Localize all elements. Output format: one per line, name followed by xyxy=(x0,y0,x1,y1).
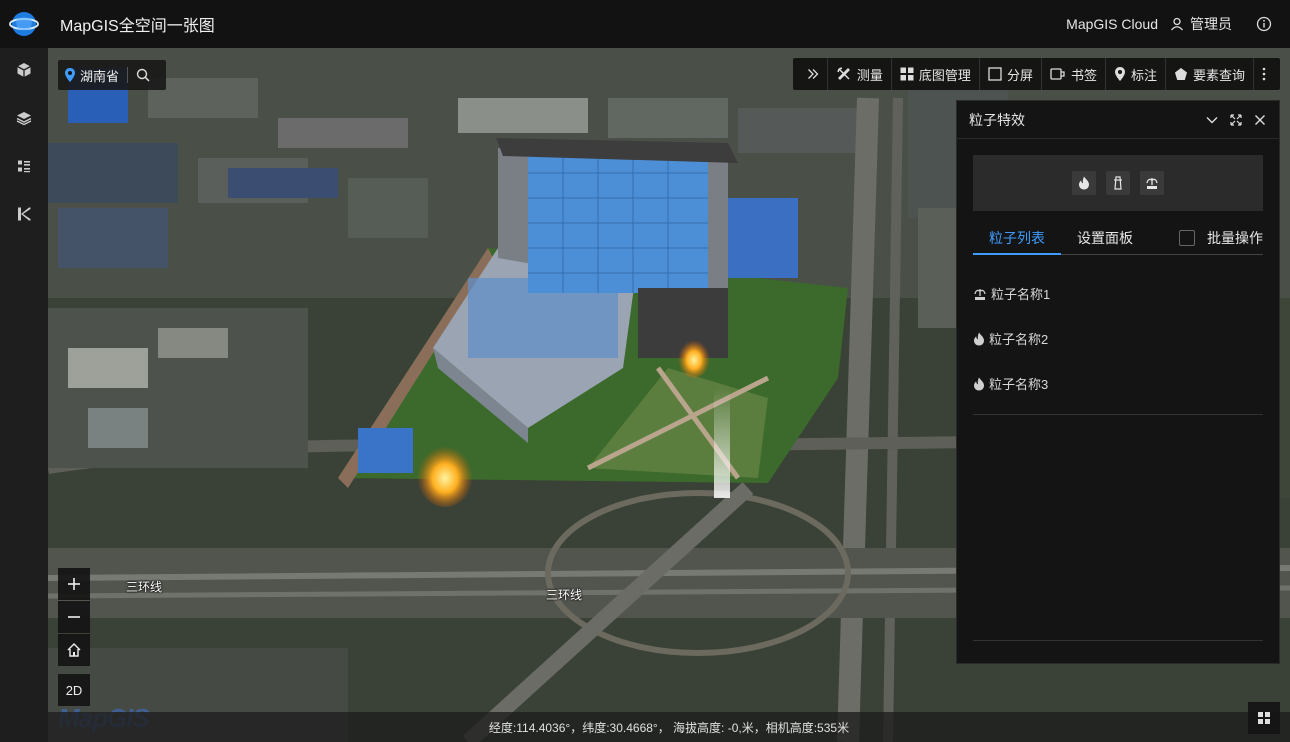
grid-list-icon xyxy=(1258,712,1270,724)
add-fire-button[interactable] xyxy=(1072,171,1096,195)
effect-type-selector xyxy=(973,155,1263,211)
user-icon xyxy=(1171,17,1183,31)
list-item[interactable]: 粒子名称2 xyxy=(973,316,1263,361)
list-item[interactable]: 粒子名称3 xyxy=(973,361,1263,406)
particle-effects-panel: 粒子特效 粒子列表 设置面板 批量操作 粒子名称1 粒子名称2 粒子名称3 xyxy=(956,100,1280,664)
fire-icon xyxy=(1079,176,1089,190)
minus-icon xyxy=(68,616,80,618)
road-label: 三环线 xyxy=(126,580,163,594)
more-vertical-icon xyxy=(1262,67,1266,81)
ruler-icon xyxy=(837,67,850,80)
region-label[interactable]: 湖南省 xyxy=(80,66,119,85)
tool-label: 分屏 xyxy=(1006,67,1033,83)
home-icon xyxy=(67,643,81,657)
fire-icon xyxy=(974,377,984,390)
tab-particle-list[interactable]: 粒子列表 xyxy=(973,221,1061,255)
particle-name: 粒子名称1 xyxy=(991,287,1051,302)
tool-label: 底图管理 xyxy=(918,67,971,83)
tool-feature-query[interactable]: 要素查询 xyxy=(1164,58,1253,90)
toggle-2d-button[interactable]: 2D xyxy=(58,674,90,706)
add-smoke-button[interactable] xyxy=(1106,171,1130,195)
home-view-button[interactable] xyxy=(58,634,90,666)
split-screen-icon xyxy=(988,67,1002,81)
app-title: MapGIS全空间一张图 xyxy=(60,18,215,35)
map-toolbar: 测量 底图管理 分屏 书签 标注 要素查询 xyxy=(792,58,1280,90)
grid-icon xyxy=(900,67,914,81)
list-item[interactable]: 粒子名称1 xyxy=(973,271,1263,316)
analysis-icon[interactable] xyxy=(12,202,36,226)
fountain-icon xyxy=(1146,178,1158,189)
coordinate-status: 经度:114.4036°，纬度:30.4668°， 海拔高度: -0,米，相机高… xyxy=(48,712,1290,742)
legend-toggle-button[interactable] xyxy=(1248,702,1280,734)
collapse-icon[interactable] xyxy=(1205,113,1219,127)
tab-settings[interactable]: 设置面板 xyxy=(1061,221,1149,255)
tool-measure[interactable]: 测量 xyxy=(826,58,891,90)
tool-bookmark[interactable]: 书签 xyxy=(1040,58,1105,90)
panel-divider xyxy=(973,640,1263,641)
more-menu-button[interactable] xyxy=(1253,58,1274,90)
plus-icon xyxy=(68,578,80,590)
search-icon[interactable] xyxy=(136,68,150,82)
batch-operation[interactable]: 批量操作 xyxy=(1179,228,1263,248)
bookmark-icon xyxy=(1050,68,1065,80)
double-chevron-right-icon xyxy=(807,69,819,79)
road-label: 三环线 xyxy=(546,588,583,602)
zoom-out-button[interactable] xyxy=(58,601,90,633)
panel-tabs: 粒子列表 设置面板 批量操作 xyxy=(973,221,1263,255)
cube-icon[interactable] xyxy=(12,58,36,82)
expand-icon[interactable] xyxy=(1229,113,1243,127)
pin-icon xyxy=(1114,67,1125,81)
panel-header: 粒子特效 xyxy=(957,101,1279,139)
zoom-in-button[interactable] xyxy=(58,568,90,600)
app-logo-icon[interactable] xyxy=(0,0,48,48)
particle-name: 粒子名称3 xyxy=(989,377,1049,392)
region-search[interactable]: 湖南省 xyxy=(58,60,166,90)
cloud-link[interactable]: MapGIS Cloud xyxy=(1066,16,1158,32)
panel-title: 粒子特效 xyxy=(969,111,1025,128)
tool-split-screen[interactable]: 分屏 xyxy=(978,58,1041,90)
smoke-icon xyxy=(1114,176,1122,190)
info-icon[interactable] xyxy=(1256,16,1272,32)
batch-checkbox[interactable] xyxy=(1179,229,1195,246)
tool-label: 书签 xyxy=(1070,67,1097,83)
top-bar: MapGIS全空间一张图 MapGIS Cloud 管理员 xyxy=(0,0,1290,48)
layers-icon[interactable] xyxy=(12,106,36,130)
batch-label: 批量操作 xyxy=(1207,229,1263,246)
particle-name: 粒子名称2 xyxy=(989,332,1049,347)
pentagon-icon xyxy=(1174,68,1187,80)
user-menu[interactable]: 管理员 xyxy=(1170,14,1232,34)
user-name: 管理员 xyxy=(1190,16,1232,32)
tool-basemap[interactable]: 底图管理 xyxy=(890,58,979,90)
tool-label: 测量 xyxy=(856,67,883,83)
tool-label: 标注 xyxy=(1130,67,1157,83)
tool-annotate[interactable]: 标注 xyxy=(1104,58,1165,90)
left-nav xyxy=(0,48,48,742)
close-icon[interactable] xyxy=(1253,113,1267,127)
fountain-icon xyxy=(974,288,986,300)
list-icon[interactable] xyxy=(12,154,36,178)
fire-icon xyxy=(974,332,984,345)
particle-list: 粒子名称1 粒子名称2 粒子名称3 xyxy=(973,271,1263,415)
location-pin-icon xyxy=(65,68,75,82)
collapse-toolbar-button[interactable] xyxy=(799,58,827,90)
tool-label: 要素查询 xyxy=(1192,67,1245,83)
add-fountain-button[interactable] xyxy=(1140,171,1164,195)
